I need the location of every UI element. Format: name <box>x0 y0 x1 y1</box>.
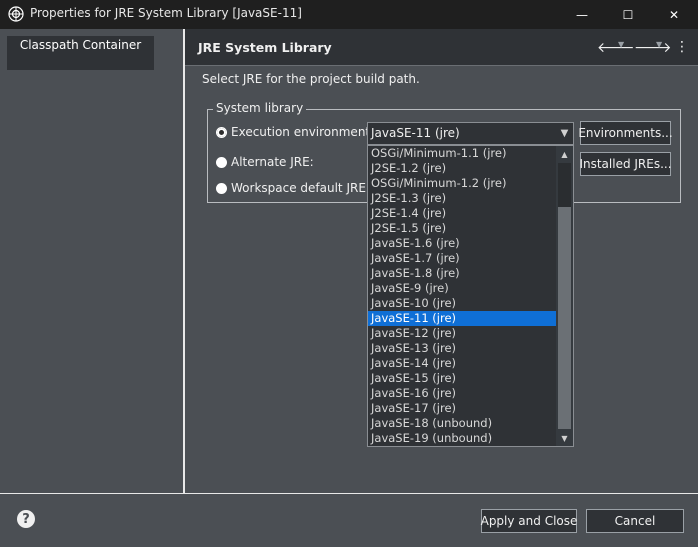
dropdown-option[interactable]: J2SE-1.2 (jre) <box>368 161 557 176</box>
dropdown-option[interactable]: J2SE-1.5 (jre) <box>368 221 557 236</box>
system-library-group-label: System library <box>213 101 307 115</box>
scrollbar-thumb[interactable] <box>558 163 571 207</box>
apply-and-close-button[interactable]: Apply and Close <box>481 509 577 533</box>
dropdown-option[interactable]: JavaSE-12 (jre) <box>368 326 557 341</box>
footer-separator <box>0 493 698 494</box>
navigation-pane <box>0 29 183 493</box>
forward-history-dropdown-icon[interactable]: ▼ <box>656 40 662 49</box>
dropdown-option[interactable]: JavaSE-1.6 (jre) <box>368 236 557 251</box>
dropdown-option[interactable]: JavaSE-18 (unbound) <box>368 416 557 431</box>
dropdown-option[interactable]: OSGi/Minimum-1.1 (jre) <box>368 146 557 161</box>
alternate-jre-radio[interactable] <box>216 157 227 168</box>
view-menu-icon[interactable]: ⋮ <box>675 39 689 55</box>
eclipse-app-icon <box>8 6 24 22</box>
environments-button[interactable]: Environments... <box>578 121 673 145</box>
chevron-down-icon[interactable]: ▼ <box>556 123 573 144</box>
dropdown-option[interactable]: J2SE-1.4 (jre) <box>368 206 557 221</box>
alternate-jre-label: Alternate JRE: <box>231 155 314 169</box>
dropdown-option[interactable]: JavaSE-11 (jre) <box>368 311 557 326</box>
dropdown-options: OSGi/Minimum-1.1 (jre) J2SE-1.2 (jre) OSGi… <box>368 146 557 446</box>
close-icon: ✕ <box>668 7 680 22</box>
dropdown-option[interactable]: JavaSE-15 (jre) <box>368 371 557 386</box>
cancel-button[interactable]: Cancel <box>586 509 684 533</box>
dropdown-option[interactable]: J2SE-1.3 (jre) <box>368 191 557 206</box>
workspace-default-jre-label: Workspace default JRE (jr <box>231 181 383 195</box>
execution-environment-dropdown-list: OSGi/Minimum-1.1 (jre) J2SE-1.2 (jre) OSGi… <box>367 145 574 447</box>
back-arrow-icon[interactable]: 🡐 <box>597 39 635 56</box>
nav-item-classpath-container[interactable]: Classpath Container <box>7 36 154 70</box>
back-history-dropdown-icon[interactable]: ▼ <box>618 40 624 49</box>
page-title: JRE System Library <box>198 40 332 55</box>
page-description: Select JRE for the project build path. <box>202 72 420 86</box>
dropdown-option[interactable]: JavaSE-13 (jre) <box>368 341 557 356</box>
maximize-button[interactable]: ☐ <box>605 0 651 29</box>
dropdown-option[interactable]: JavaSE-10 (jre) <box>368 296 557 311</box>
pane-divider[interactable] <box>183 29 185 493</box>
dropdown-option[interactable]: JavaSE-17 (jre) <box>368 401 557 416</box>
dropdown-option[interactable]: JavaSE-16 (jre) <box>368 386 557 401</box>
scroll-down-icon[interactable]: ▼ <box>556 431 573 445</box>
execution-environment-label: Execution environment: <box>231 125 375 139</box>
dropdown-option[interactable]: JavaSE-19 (unbound) <box>368 431 557 446</box>
minimize-icon: — <box>576 7 588 22</box>
window-title: Properties for JRE System Library [JavaS… <box>30 6 302 20</box>
execution-environment-radio[interactable] <box>216 127 227 138</box>
header-separator <box>185 65 698 66</box>
maximize-icon: ☐ <box>622 7 634 22</box>
dropdown-option[interactable]: JavaSE-1.7 (jre) <box>368 251 557 266</box>
help-icon[interactable]: ? <box>17 510 35 528</box>
close-window-button[interactable]: ✕ <box>651 0 697 29</box>
dropdown-option[interactable]: OSGi/Minimum-1.2 (jre) <box>368 176 557 191</box>
dropdown-option[interactable]: JavaSE-9 (jre) <box>368 281 557 296</box>
scrollbar-track[interactable] <box>558 207 571 429</box>
minimize-button[interactable]: — <box>559 0 605 29</box>
dropdown-option[interactable]: JavaSE-1.8 (jre) <box>368 266 557 281</box>
execution-environment-value: JavaSE-11 (jre) <box>371 126 460 140</box>
scroll-up-icon[interactable]: ▲ <box>556 147 573 161</box>
forward-arrow-icon[interactable]: 🡒 <box>634 39 672 56</box>
workspace-default-jre-radio[interactable] <box>216 183 227 194</box>
installed-jres-button[interactable]: Installed JREs... <box>579 152 672 176</box>
dropdown-option[interactable]: JavaSE-14 (jre) <box>368 356 557 371</box>
